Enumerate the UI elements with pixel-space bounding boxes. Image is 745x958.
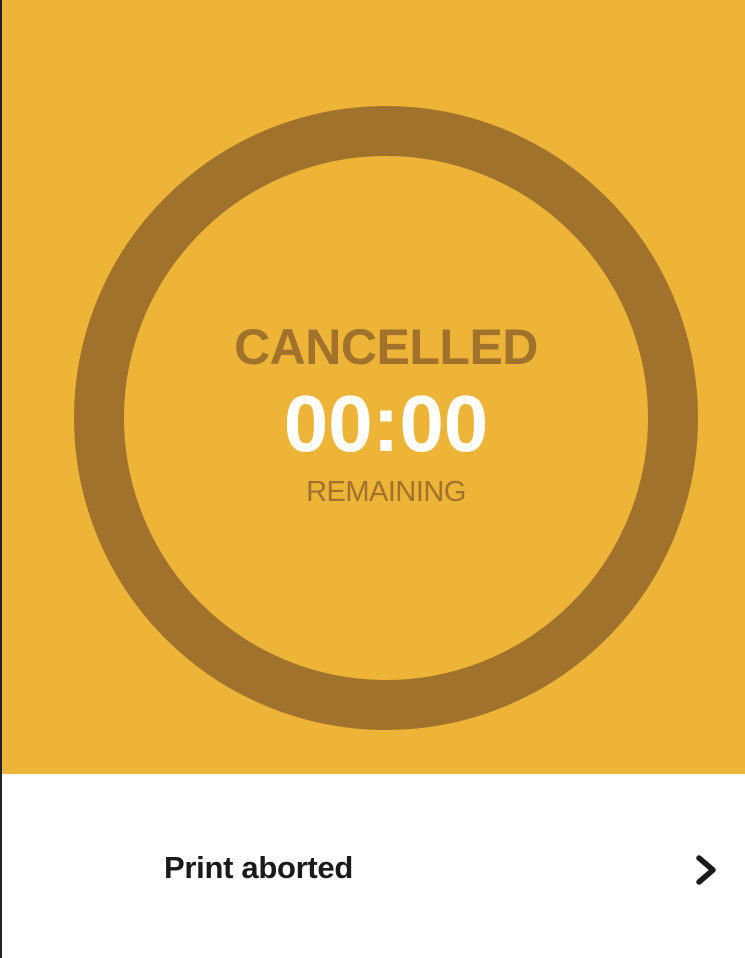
- print-state-label: CANCELLED: [234, 318, 538, 375]
- print-status-details-row[interactable]: Print aborted: [2, 774, 745, 958]
- time-remaining-value: 00:00: [283, 378, 489, 468]
- progress-ring-content: CANCELLED 00:00 REMAINING: [74, 106, 698, 730]
- time-remaining-caption: REMAINING: [306, 475, 466, 508]
- print-status-screen: CANCELLED 00:00 REMAINING Print aborted: [0, 0, 745, 958]
- print-status-panel: CANCELLED 00:00 REMAINING: [2, 0, 745, 774]
- print-status-message: Print aborted: [164, 850, 354, 885]
- chevron-right-icon[interactable]: [694, 855, 720, 885]
